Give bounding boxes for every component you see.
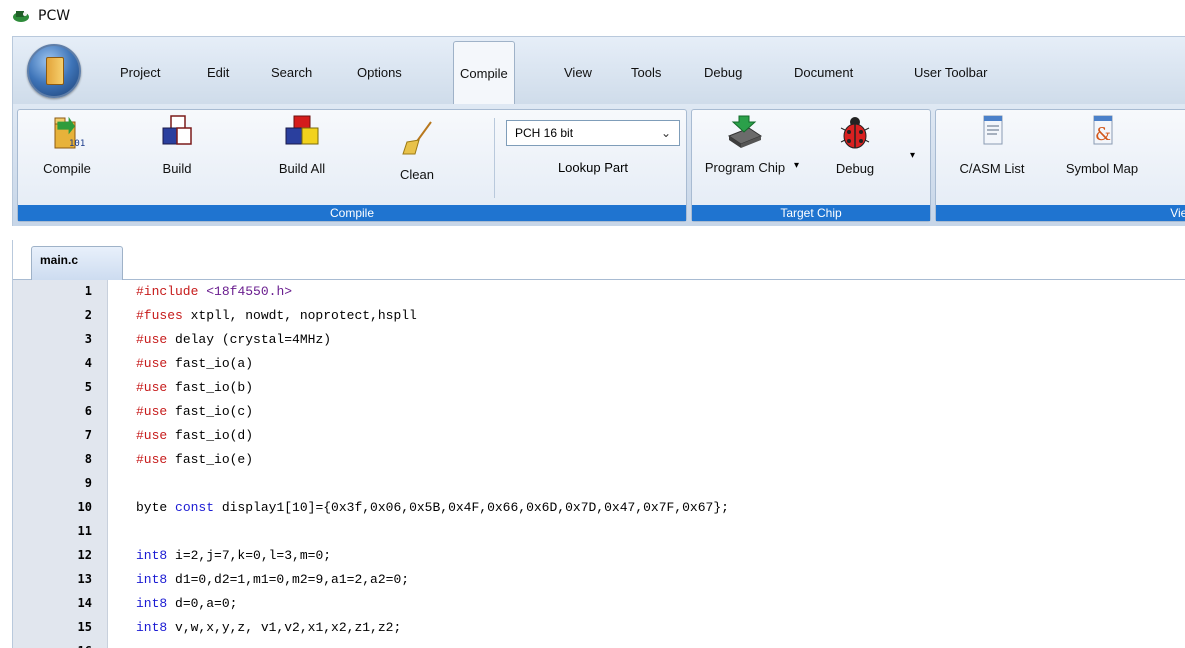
tab-document[interactable]: Document bbox=[794, 65, 853, 80]
line-number: 4 bbox=[84, 356, 92, 370]
debug-label: Debug bbox=[835, 161, 875, 176]
program-chip-dropdown-icon[interactable]: ▾ bbox=[794, 160, 799, 171]
clean-button[interactable]: Clean bbox=[382, 120, 452, 182]
debug-button[interactable]: Debug bbox=[820, 114, 890, 176]
symbol-map-button[interactable]: & Symbol Map bbox=[1054, 114, 1150, 176]
compile-group-label: Compile bbox=[18, 205, 686, 221]
tab-search[interactable]: Search bbox=[271, 65, 312, 80]
line-number: 3 bbox=[84, 332, 92, 346]
code-line[interactable]: byte const display1[10]={0x3f,0x06,0x5B,… bbox=[136, 500, 729, 515]
c-asm-list-label: C/ASM List bbox=[959, 161, 1025, 176]
line-number: 14 bbox=[77, 596, 92, 610]
broom-icon bbox=[402, 121, 432, 155]
code-line[interactable]: int8 i=2,j=7,k=0,l=3,m=0; bbox=[136, 548, 331, 563]
tab-options[interactable]: Options bbox=[357, 65, 402, 80]
code-line[interactable]: #use fast_io(b) bbox=[136, 380, 253, 395]
build-all-button[interactable]: Build All bbox=[262, 114, 342, 176]
build-icon bbox=[162, 115, 192, 145]
debug-dropdown-icon[interactable]: ▾ bbox=[910, 150, 915, 161]
line-number: 1 bbox=[84, 284, 92, 298]
view-group: C/ASM List & Symbol Map View bbox=[935, 109, 1185, 222]
line-number: 8 bbox=[84, 452, 92, 466]
ribbon-panel: 101 Compile Build Build All Clean PCH 16… bbox=[12, 104, 1185, 226]
title-bar: PCW bbox=[0, 0, 1185, 36]
code-line[interactable]: #use fast_io(d) bbox=[136, 428, 253, 443]
line-number: 7 bbox=[84, 428, 92, 442]
c-asm-list-icon bbox=[983, 115, 1003, 145]
tab-debug[interactable]: Debug bbox=[704, 65, 742, 80]
code-line[interactable]: int8 d1=0,d2=1,m1=0,m2=9,a1=2,a2=0; bbox=[136, 572, 409, 587]
program-chip-label: Program Chip bbox=[704, 160, 786, 175]
target-chip-group: Program Chip ▾ Debug ▾ Target Chip bbox=[691, 109, 931, 222]
program-chip-icon bbox=[727, 115, 763, 148]
compiler-select-value: PCH 16 bit bbox=[515, 126, 574, 140]
ladybug-icon bbox=[840, 117, 870, 149]
compiler-select-area: PCH 16 bit ⌄ Lookup Part bbox=[496, 110, 690, 205]
tab-tools[interactable]: Tools bbox=[631, 65, 661, 80]
compile-group: 101 Compile Build Build All Clean PCH 16… bbox=[17, 109, 687, 222]
code-line[interactable]: #include <18f4550.h> bbox=[136, 284, 292, 299]
tab-view[interactable]: View bbox=[564, 65, 592, 80]
view-group-label: View bbox=[936, 205, 1185, 221]
program-chip-button[interactable]: Program Chip bbox=[700, 114, 790, 174]
svg-text:101: 101 bbox=[69, 139, 85, 149]
line-number-gutter: 12345678910111213141516 bbox=[13, 280, 108, 648]
build-all-icon bbox=[285, 115, 319, 145]
tab-compile[interactable]: Compile bbox=[453, 41, 515, 106]
c-asm-list-button[interactable]: C/ASM List bbox=[944, 114, 1040, 176]
compiler-select[interactable]: PCH 16 bit ⌄ bbox=[506, 120, 680, 146]
line-number: 15 bbox=[77, 620, 92, 634]
symbol-map-icon: & bbox=[1093, 115, 1113, 145]
line-number: 10 bbox=[77, 500, 92, 514]
tab-project[interactable]: Project bbox=[120, 65, 160, 80]
line-number: 12 bbox=[77, 548, 92, 562]
line-number: 5 bbox=[84, 380, 92, 394]
folder-icon bbox=[46, 57, 64, 85]
code-line[interactable]: #fuses xtpll, nowdt, noprotect,hspll bbox=[136, 308, 417, 323]
build-label: Build bbox=[162, 161, 192, 176]
compile-icon: 101 bbox=[54, 116, 85, 149]
ribbon-tab-bar: Project Edit Search Options Compile View… bbox=[12, 36, 1185, 106]
application-menu-button[interactable] bbox=[27, 44, 81, 98]
group-separator bbox=[494, 118, 495, 198]
line-number: 6 bbox=[84, 404, 92, 418]
build-all-label: Build All bbox=[278, 161, 326, 176]
line-number: 2 bbox=[84, 308, 92, 322]
window-title: PCW bbox=[38, 8, 71, 24]
code-line[interactable]: #use fast_io(e) bbox=[136, 452, 253, 467]
target-chip-group-label: Target Chip bbox=[692, 205, 930, 221]
line-number: 11 bbox=[77, 524, 92, 538]
code-line[interactable]: int8 d=0,a=0; bbox=[136, 596, 237, 611]
chevron-down-icon: ⌄ bbox=[660, 126, 671, 140]
tab-edit[interactable]: Edit bbox=[207, 65, 229, 80]
code-line[interactable]: #use fast_io(a) bbox=[136, 356, 253, 371]
file-tab-main-c[interactable]: main.c bbox=[31, 246, 123, 280]
file-tab-strip: main.c bbox=[13, 240, 1185, 280]
compile-label: Compile bbox=[43, 161, 91, 176]
line-number: 16 bbox=[32, 644, 92, 648]
build-button[interactable]: Build bbox=[142, 114, 212, 176]
lookup-part-button[interactable]: Lookup Part bbox=[496, 160, 690, 175]
code-line[interactable]: int8 v,w,x,y,z, v1,v2,x1,x2,z1,z2; bbox=[136, 620, 401, 635]
compile-button[interactable]: 101 Compile bbox=[32, 114, 102, 176]
code-line[interactable]: #use fast_io(c) bbox=[136, 404, 253, 419]
line-number: 13 bbox=[77, 572, 92, 586]
code-editor: main.c 12345678910111213141516 #include … bbox=[12, 240, 1185, 648]
clean-label: Clean bbox=[400, 167, 434, 182]
line-number: 9 bbox=[84, 476, 92, 490]
code-line[interactable]: #use delay (crystal=4MHz) bbox=[136, 332, 331, 347]
symbol-map-label: Symbol Map bbox=[1065, 161, 1139, 176]
tab-user-toolbar[interactable]: User Toolbar bbox=[914, 65, 987, 80]
app-icon bbox=[13, 11, 29, 22]
svg-text:&: & bbox=[1095, 124, 1111, 145]
